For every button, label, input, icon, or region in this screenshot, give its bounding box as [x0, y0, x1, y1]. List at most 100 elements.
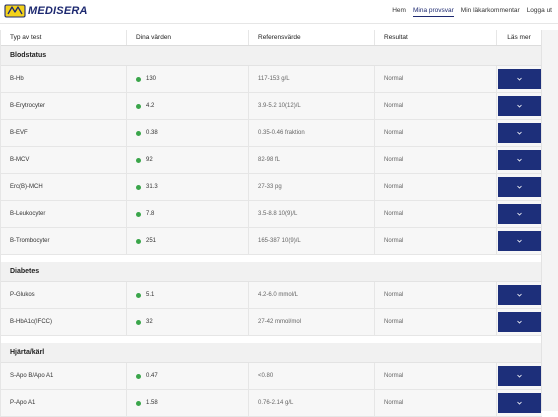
reference-value: 117-153 g/L — [249, 66, 375, 92]
value-cell: 5.1 — [127, 282, 249, 308]
test-name: B-Erytrocyter — [1, 93, 127, 119]
result-text: Normal — [375, 363, 497, 389]
result-text: Normal — [375, 309, 497, 335]
status-dot-icon — [136, 184, 141, 190]
header-read-more: Läs mer — [497, 30, 542, 45]
value-cell: 0.47 — [127, 363, 249, 389]
scrollbar[interactable] — [541, 30, 558, 411]
read-more-button[interactable] — [498, 96, 541, 116]
value-text: 1.58 — [146, 400, 158, 406]
read-more-button[interactable] — [498, 204, 541, 224]
reference-value: 0.35-0.46 fraktion — [249, 120, 375, 146]
test-name: B-Trombocyter — [1, 228, 127, 254]
top-bar: MEDISERA Hem Mina provsvar Min läkarkomm… — [0, 0, 558, 24]
reference-value: 165-387 10(9)/L — [249, 228, 375, 254]
table-header: Typ av test Dina värden Referensvärde Re… — [1, 30, 542, 46]
value-cell: 251 — [127, 228, 249, 254]
chevron-down-icon — [517, 374, 522, 378]
read-more-cell — [497, 120, 542, 146]
table-row: B-Leukocyter 7.8 3.5-8.8 10(9)/L Normal — [1, 201, 542, 228]
read-more-cell — [497, 147, 542, 173]
reference-value: 0.76-2.14 g/L — [249, 390, 375, 416]
section-spacer — [1, 336, 542, 343]
read-more-button[interactable] — [498, 177, 541, 197]
result-text: Normal — [375, 282, 497, 308]
read-more-cell — [497, 93, 542, 119]
chevron-down-icon — [517, 401, 522, 405]
value-text: 130 — [146, 76, 157, 82]
value-cell: 1.58 — [127, 390, 249, 416]
nav-item-my-results[interactable]: Mina provsvar — [412, 5, 454, 17]
status-dot-icon — [136, 373, 141, 379]
table-row: P-Glukos 5.1 4.2-6.0 mmol/L Normal — [1, 282, 542, 309]
read-more-button[interactable] — [498, 393, 541, 413]
reference-value: 3.9-5.2 10(12)/L — [249, 93, 375, 119]
test-name: P-Apo A1 — [1, 390, 127, 416]
header-reference: Referensvärde — [249, 30, 375, 45]
value-text: 0.38 — [146, 130, 158, 136]
result-text: Normal — [375, 390, 497, 416]
header-test-type: Typ av test — [1, 30, 127, 45]
logo[interactable]: MEDISERA — [4, 2, 88, 20]
result-text: Normal — [375, 93, 497, 119]
value-text: 4.2 — [146, 103, 155, 109]
read-more-cell — [497, 201, 542, 227]
test-name: B-Hb — [1, 66, 127, 92]
chevron-down-icon — [517, 158, 522, 162]
read-more-button[interactable] — [498, 231, 541, 251]
value-cell: 0.38 — [127, 120, 249, 146]
nav-item-logout[interactable]: Logga ut — [527, 5, 552, 16]
status-dot-icon — [136, 211, 141, 217]
read-more-button[interactable] — [498, 285, 541, 305]
read-more-button[interactable] — [498, 312, 541, 332]
table-row: B-Hb 130 117-153 g/L Normal — [1, 66, 542, 93]
reference-value: 27-33 pg — [249, 174, 375, 200]
chevron-down-icon — [517, 104, 522, 108]
read-more-cell — [497, 390, 542, 416]
reference-value: <0.80 — [249, 363, 375, 389]
chevron-down-icon — [517, 212, 522, 216]
result-text: Normal — [375, 147, 497, 173]
reference-value: 82-98 fL — [249, 147, 375, 173]
read-more-cell — [497, 309, 542, 335]
status-dot-icon — [136, 76, 141, 82]
test-name: B-EVF — [1, 120, 127, 146]
chevron-down-icon — [517, 320, 522, 324]
value-cell: 4.2 — [127, 93, 249, 119]
read-more-button[interactable] — [498, 69, 541, 89]
value-cell: 7.8 — [127, 201, 249, 227]
nav-item-doctor-comment[interactable]: Min läkarkommentar — [461, 5, 520, 16]
value-text: 31.3 — [146, 184, 158, 190]
table-row: B-Erytrocyter 4.2 3.9-5.2 10(12)/L Normal — [1, 93, 542, 120]
status-dot-icon — [136, 292, 141, 298]
status-dot-icon — [136, 103, 141, 109]
main-nav: Hem Mina provsvar Min läkarkommentar Log… — [385, 0, 552, 21]
chevron-down-icon — [517, 77, 522, 81]
read-more-button[interactable] — [498, 150, 541, 170]
reference-value: 3.5-8.8 10(9)/L — [249, 201, 375, 227]
test-name: B-MCV — [1, 147, 127, 173]
value-text: 7.8 — [146, 211, 155, 217]
result-text: Normal — [375, 228, 497, 254]
read-more-button[interactable] — [498, 366, 541, 386]
chevron-down-icon — [517, 185, 522, 189]
read-more-cell — [497, 228, 542, 254]
result-text: Normal — [375, 201, 497, 227]
brand-logo-icon — [4, 4, 26, 18]
value-text: 5.1 — [146, 292, 155, 298]
nav-item-home[interactable]: Hem — [392, 5, 406, 16]
reference-value: 27-42 mmol/mol — [249, 309, 375, 335]
table-row: B-EVF 0.38 0.35-0.46 fraktion Normal — [1, 120, 542, 147]
chevron-down-icon — [517, 293, 522, 297]
read-more-button[interactable] — [498, 123, 541, 143]
table-row: P-Apo A1 1.58 0.76-2.14 g/L Normal — [1, 390, 542, 417]
value-cell: 130 — [127, 66, 249, 92]
read-more-cell — [497, 363, 542, 389]
test-name: P-Glukos — [1, 282, 127, 308]
results-table: Typ av test Dina värden Referensvärde Re… — [0, 30, 542, 417]
section-title: Diabetes — [1, 262, 542, 282]
test-name: B-Leukocyter — [1, 201, 127, 227]
section-title: Blodstatus — [1, 46, 542, 66]
value-text: 251 — [146, 238, 157, 244]
test-name: Erc(B)-MCH — [1, 174, 127, 200]
